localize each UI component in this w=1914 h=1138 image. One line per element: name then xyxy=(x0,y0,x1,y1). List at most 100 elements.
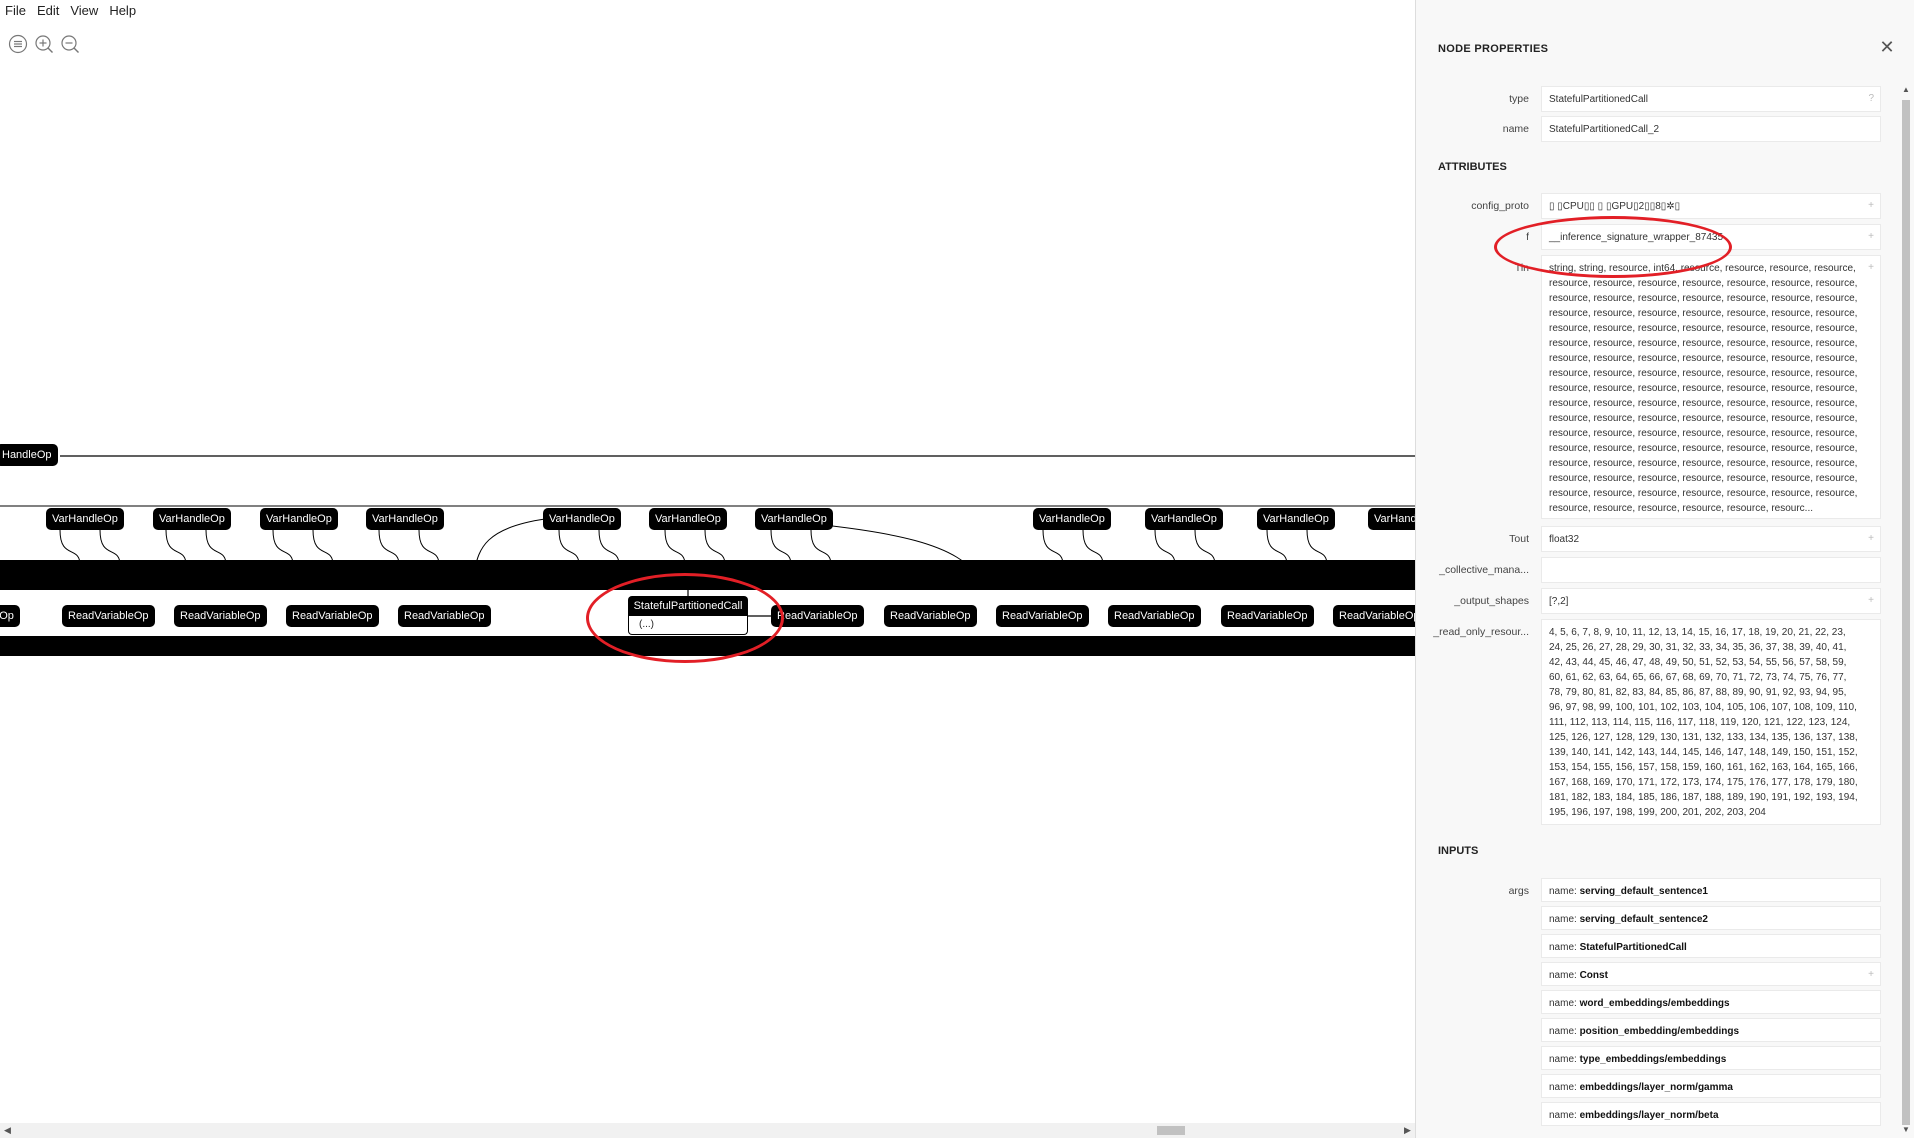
prop-label: f xyxy=(1526,231,1529,243)
arg-prefix: name: xyxy=(1549,998,1580,1009)
prop-value[interactable]: 4, 5, 6, 7, 8, 9, 10, 11, 12, 13, 14, 15… xyxy=(1541,619,1881,825)
arg-item[interactable]: name: serving_default_sentence2 xyxy=(1541,906,1881,930)
type-value: StatefulPartitionedCall xyxy=(1549,94,1648,105)
arg-item[interactable]: name: Const + xyxy=(1541,962,1881,986)
vertical-scrollbar[interactable]: ▲ ▼ xyxy=(1899,85,1913,1138)
graph-node-var-handle-op[interactable]: VarHandleOp xyxy=(366,508,444,530)
node-properties-panel: NODE PROPERTIES ✕ type StatefulPartition… xyxy=(1415,0,1914,1138)
graph-node-var-handle-op[interactable]: VarHandleOp xyxy=(543,508,621,530)
arg-item[interactable]: name: embeddings/layer_norm/gamma xyxy=(1541,1074,1881,1098)
help-icon[interactable]: ? xyxy=(1868,91,1874,106)
graph-node-var-handle-op[interactable]: VarHandleOp xyxy=(649,508,727,530)
toolbar xyxy=(8,34,80,54)
tout-value: float32 xyxy=(1549,534,1580,545)
expand-icon[interactable]: + xyxy=(1868,198,1874,213)
graph-node-read-variable-op[interactable]: ReadVariableOp xyxy=(1108,605,1201,627)
prop-label: type xyxy=(1509,93,1529,105)
prop-value[interactable]: string, string, resource, int64, resourc… xyxy=(1541,255,1881,519)
prop-value[interactable]: float32 + xyxy=(1541,526,1881,552)
zoom-in-icon[interactable] xyxy=(34,34,54,54)
arg-item[interactable]: name: embeddings/layer_norm/beta xyxy=(1541,1102,1881,1126)
arg-item[interactable]: name: position_embedding/embeddings xyxy=(1541,1018,1881,1042)
scrollbar-thumb[interactable] xyxy=(1157,1126,1185,1135)
graph-node-read-variable-op[interactable]: ReadVariableOp xyxy=(398,605,491,627)
arg-item[interactable]: name: StatefulPartitionedCall xyxy=(1541,934,1881,958)
arg-name: serving_default_sentence1 xyxy=(1579,886,1708,897)
arg-name: word_embeddings/embeddings xyxy=(1579,998,1730,1009)
prop-value[interactable] xyxy=(1541,557,1881,583)
graph-node-read-variable-op[interactable]: iableOp xyxy=(0,605,20,627)
arg-item[interactable]: name: word_embeddings/embeddings xyxy=(1541,990,1881,1014)
graph-node-read-variable-op[interactable]: ReadVariableOp xyxy=(1221,605,1314,627)
prop-label: config_proto xyxy=(1471,200,1529,212)
zoom-out-icon[interactable] xyxy=(60,34,80,54)
arg-prefix: name: xyxy=(1549,942,1580,953)
sidebar-icon[interactable] xyxy=(8,34,28,54)
menu-view[interactable]: View xyxy=(65,0,104,22)
graph-node-var-handle-op[interactable]: VarHandleOp xyxy=(260,508,338,530)
graph-canvas[interactable]: HandleOp pVarHandleOpVarHandleOpVarHandl… xyxy=(0,0,1415,1123)
horizontal-scrollbar[interactable]: ◀ ▶ xyxy=(0,1123,1415,1138)
graph-node-read-variable-op[interactable]: ReadVariableOp xyxy=(884,605,977,627)
graph-node-read-variable-op[interactable]: ReadVariableOp xyxy=(62,605,155,627)
prop-value[interactable]: StatefulPartitionedCall ? xyxy=(1541,86,1881,112)
scroll-up-icon[interactable]: ▲ xyxy=(1899,85,1913,94)
graph-node-var-handle-op[interactable]: VarHandleOp xyxy=(153,508,231,530)
arg-name: Const xyxy=(1579,970,1608,981)
prop-label: _output_shapes xyxy=(1454,595,1529,607)
arg-name: serving_default_sentence2 xyxy=(1579,914,1708,925)
expand-icon[interactable]: + xyxy=(1868,967,1874,982)
graph-node-var-handle-op[interactable]: VarHandleOp xyxy=(46,508,124,530)
graph-node-var-handle-op[interactable]: VarHandl xyxy=(1368,508,1415,530)
inputs-heading: INPUTS xyxy=(1438,845,1479,857)
scroll-right-icon[interactable]: ▶ xyxy=(1400,1123,1415,1138)
graph-node-var-handle-op[interactable]: VarHandleOp xyxy=(755,508,833,530)
graph-node-var-handle-op[interactable]: VarHandleOp xyxy=(1257,508,1335,530)
close-icon[interactable]: ✕ xyxy=(1878,38,1896,56)
graph-node-read-variable-op[interactable]: ReadVariableOp xyxy=(1333,605,1415,627)
attributes-heading: ATTRIBUTES xyxy=(1438,161,1507,173)
graph-node-read-variable-op[interactable]: ReadVariableOp xyxy=(771,605,864,627)
arg-prefix: name: xyxy=(1549,1110,1580,1121)
prop-value[interactable]: StatefulPartitionedCall_2 xyxy=(1541,116,1881,142)
prop-value[interactable]: __inference_signature_wrapper_87435 + xyxy=(1541,224,1881,250)
menu-edit[interactable]: Edit xyxy=(32,0,65,22)
graph-node-var-handle-op[interactable]: VarHandleOp xyxy=(1033,508,1111,530)
prop-label: Tout xyxy=(1509,533,1529,545)
menu-file[interactable]: File xyxy=(0,0,32,22)
arg-prefix: name: xyxy=(1549,914,1580,925)
expand-icon[interactable]: + xyxy=(1868,593,1874,608)
arg-prefix: name: xyxy=(1549,1054,1580,1065)
graph-node-var-handle-op[interactable]: VarHandleOp xyxy=(1145,508,1223,530)
output-shapes-value: [?,2] xyxy=(1549,596,1569,607)
expand-icon[interactable]: + xyxy=(1868,531,1874,546)
scrollbar-thumb[interactable] xyxy=(1902,100,1910,1125)
scroll-down-icon[interactable]: ▼ xyxy=(1899,1125,1913,1134)
graph-node-handle[interactable]: HandleOp xyxy=(0,444,58,466)
scroll-left-icon[interactable]: ◀ xyxy=(0,1123,15,1138)
arg-prefix: name: xyxy=(1549,886,1580,897)
call-node-title: StatefulPartitionedCall xyxy=(628,596,748,616)
prop-label: _read_only_resour... xyxy=(1433,626,1529,638)
arg-prefix: name: xyxy=(1549,970,1580,981)
arg-item[interactable]: name: type_embeddings/embeddings xyxy=(1541,1046,1881,1070)
prop-value[interactable]: [?,2] + xyxy=(1541,588,1881,614)
arg-name: StatefulPartitionedCall xyxy=(1579,942,1687,953)
stateful-partitioned-call-node[interactable]: StatefulPartitionedCall (...) xyxy=(628,596,748,635)
menu-help[interactable]: Help xyxy=(104,0,142,22)
tin-value: string, string, resource, int64, resourc… xyxy=(1549,263,1858,514)
graph-node-read-variable-op[interactable]: ReadVariableOp xyxy=(286,605,379,627)
arg-item[interactable]: name: serving_default_sentence1 xyxy=(1541,878,1881,902)
arg-name: position_embedding/embeddings xyxy=(1579,1026,1740,1037)
graph-node-read-variable-op[interactable]: ReadVariableOp xyxy=(996,605,1089,627)
edge-band xyxy=(0,636,1415,656)
arg-name: embeddings/layer_norm/gamma xyxy=(1579,1082,1733,1093)
prop-value[interactable]: ▯ ▯CPU▯▯ ▯ ▯GPU▯2▯▯8▯✲▯ + xyxy=(1541,193,1881,219)
arg-name: type_embeddings/embeddings xyxy=(1579,1054,1727,1065)
config-proto-value: ▯ ▯CPU▯▯ ▯ ▯GPU▯2▯▯8▯✲▯ xyxy=(1549,201,1681,212)
panel-title: NODE PROPERTIES xyxy=(1438,43,1549,55)
arg-prefix: name: xyxy=(1549,1082,1580,1093)
expand-icon[interactable]: + xyxy=(1868,229,1874,244)
graph-node-read-variable-op[interactable]: ReadVariableOp xyxy=(174,605,267,627)
expand-icon[interactable]: + xyxy=(1868,260,1874,275)
